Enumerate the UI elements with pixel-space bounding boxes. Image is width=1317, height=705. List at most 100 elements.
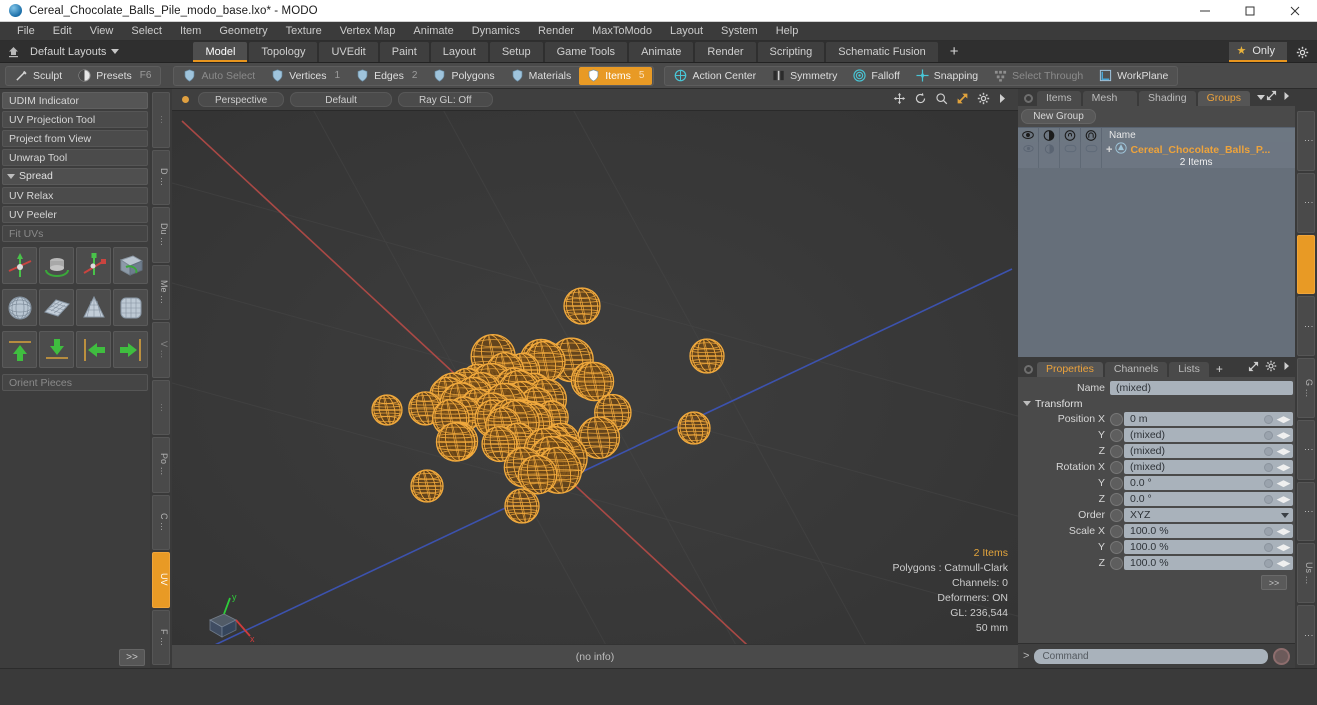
vertical-tab-right-n8[interactable]: ⋮: [1297, 605, 1315, 666]
tool-button-uv-relax[interactable]: UV Relax: [2, 187, 148, 204]
vertical-tab-po[interactable]: Po …: [152, 437, 170, 493]
menu-item-select[interactable]: Select: [122, 22, 171, 41]
uv-flip-icon[interactable]: [113, 247, 148, 284]
arrow-left-icon[interactable]: [76, 331, 111, 368]
chevron-right-icon[interactable]: [1283, 361, 1290, 374]
mode-button-workplane[interactable]: WorkPlane: [1091, 67, 1176, 85]
channel-knob-y-4[interactable]: [1110, 476, 1123, 490]
property-field-position-x-0[interactable]: 0 m ◀▶: [1124, 412, 1293, 426]
channel-knob-y-8[interactable]: [1110, 540, 1123, 554]
channel-knob-position-x-0[interactable]: [1110, 412, 1123, 426]
default-layouts-dropdown[interactable]: Default Layouts: [26, 46, 123, 58]
uv-plane-icon[interactable]: [39, 289, 74, 326]
value-stepper[interactable]: ◀▶: [1276, 526, 1291, 537]
viewport-raygl-chip[interactable]: Ray GL: Off: [397, 92, 493, 107]
uv-cube-icon[interactable]: [113, 289, 148, 326]
property-field-scale-x-7[interactable]: 100.0 % ◀▶: [1124, 524, 1293, 538]
tab-paint[interactable]: Paint: [379, 42, 429, 62]
value-stepper[interactable]: ◀▶: [1276, 494, 1291, 505]
add-layout-button[interactable]: +: [940, 42, 969, 62]
tool-button-unwrap-tool[interactable]: Unwrap Tool: [2, 149, 148, 166]
viewport[interactable]: Perspective Default Ray GL: Off y x 2 It…: [172, 89, 1018, 668]
channel-knob-y-1[interactable]: [1110, 428, 1123, 442]
chevron-down-icon[interactable]: [1256, 92, 1266, 104]
home-icon[interactable]: [0, 45, 26, 58]
value-stepper[interactable]: ◀▶: [1276, 446, 1291, 457]
value-stepper[interactable]: ◀▶: [1276, 478, 1291, 489]
menu-item-help[interactable]: Help: [767, 22, 808, 41]
table-row[interactable]: + Cereal_Chocolate_Balls_P... 2 Items: [1018, 142, 1295, 168]
vertical-tab-right-n6[interactable]: ⋮: [1297, 481, 1315, 542]
tab-properties[interactable]: Properties: [1037, 362, 1103, 377]
row-render-icon[interactable]: [1039, 142, 1060, 168]
channel-knob-order-6[interactable]: [1110, 508, 1123, 522]
mode-button-sculpt[interactable]: Sculpt: [7, 67, 70, 85]
pan-icon[interactable]: [893, 92, 906, 108]
menu-item-layout[interactable]: Layout: [661, 22, 712, 41]
property-field-z-9[interactable]: 100.0 % ◀▶: [1124, 556, 1293, 570]
menu-item-texture[interactable]: Texture: [277, 22, 331, 41]
vertical-tab-d[interactable]: D …: [152, 149, 170, 205]
zoom-icon[interactable]: [935, 92, 948, 108]
mode-button-select-through[interactable]: Select Through: [986, 67, 1091, 85]
vertical-tab-me[interactable]: Me …: [152, 264, 170, 320]
menu-item-animate[interactable]: Animate: [404, 22, 462, 41]
lock-icon[interactable]: [1060, 128, 1081, 142]
vertical-tab-right-us[interactable]: Us …: [1297, 543, 1315, 604]
tab-layout[interactable]: Layout: [430, 42, 488, 62]
property-field-rotation-x-3[interactable]: (mixed) ◀▶: [1124, 460, 1293, 474]
tool-button-udim-indicator[interactable]: UDIM Indicator: [2, 92, 148, 109]
row-eye-icon[interactable]: [1018, 142, 1039, 168]
menu-item-vertex-map[interactable]: Vertex Map: [331, 22, 405, 41]
menu-item-file[interactable]: File: [8, 22, 44, 41]
only-toggle[interactable]: ★ Only: [1228, 42, 1287, 62]
viewport-projection-chip[interactable]: Perspective: [198, 92, 285, 107]
vertical-tab-uv[interactable]: UV: [152, 552, 170, 608]
uv-sphere-icon[interactable]: [2, 289, 37, 326]
gear-icon[interactable]: [1287, 42, 1317, 62]
chevron-right-icon[interactable]: [998, 93, 1006, 107]
tool-button-uv-projection-tool[interactable]: UV Projection Tool: [2, 111, 148, 128]
menu-item-maxtomodo[interactable]: MaxToModo: [583, 22, 661, 41]
uv-move-icon[interactable]: [2, 247, 37, 284]
channel-knob-scale-x-7[interactable]: [1110, 524, 1123, 538]
vertical-tab-right-n1[interactable]: ⋮: [1297, 172, 1315, 233]
menu-item-item[interactable]: Item: [171, 22, 210, 41]
tool-section-spread[interactable]: Spread: [2, 168, 148, 185]
tab-uvedit[interactable]: UVEdit: [319, 42, 378, 62]
minimize-button[interactable]: [1182, 0, 1227, 21]
tool-button-project-from-view[interactable]: Project from View: [2, 130, 148, 147]
mode-button-auto-select[interactable]: Auto Select: [175, 67, 263, 85]
vertical-tab-right-n3[interactable]: ⋮: [1297, 296, 1315, 357]
fit-icon[interactable]: [956, 92, 969, 108]
chevron-right-icon[interactable]: [1283, 91, 1290, 104]
vertical-tab-v[interactable]: V …: [152, 322, 170, 378]
maximize-button[interactable]: [1227, 0, 1272, 21]
property-field-y-1[interactable]: (mixed) ◀▶: [1124, 428, 1293, 442]
arrow-up-icon[interactable]: [2, 331, 37, 368]
tab-render[interactable]: Render: [695, 42, 756, 62]
channel-knob-rotation-x-3[interactable]: [1110, 460, 1123, 474]
vertical-tab-f[interactable]: F …: [152, 609, 170, 665]
vertical-tab-right-n2[interactable]: [1297, 234, 1315, 295]
uv-rotate-icon[interactable]: [39, 247, 74, 284]
row-ghost-icon[interactable]: [1081, 142, 1102, 168]
tab-lists[interactable]: Lists: [1169, 362, 1209, 377]
mode-button-edges[interactable]: Edges 2: [348, 67, 425, 85]
property-field-z-5[interactable]: 0.0 ° ◀▶: [1124, 492, 1293, 506]
viewport-canvas[interactable]: y x: [172, 111, 1018, 668]
tab-scripting[interactable]: Scripting: [757, 42, 825, 62]
name-field[interactable]: (mixed): [1110, 381, 1293, 395]
value-stepper[interactable]: ◀▶: [1276, 558, 1291, 569]
mode-button-vertices[interactable]: Vertices 1: [263, 67, 348, 85]
vertical-tab-n0[interactable]: …: [152, 92, 170, 148]
tab-topology[interactable]: Topology: [249, 42, 318, 62]
mode-button-materials[interactable]: Materials: [503, 67, 580, 85]
expand-icon[interactable]: [1266, 90, 1277, 104]
menu-item-system[interactable]: System: [712, 22, 767, 41]
property-field-z-2[interactable]: (mixed) ◀▶: [1124, 444, 1293, 458]
ghost-icon[interactable]: [1081, 128, 1102, 142]
vertical-tab-n5[interactable]: …: [152, 379, 170, 435]
vertical-tab-du[interactable]: Du …: [152, 207, 170, 263]
gear-icon[interactable]: [977, 92, 990, 108]
